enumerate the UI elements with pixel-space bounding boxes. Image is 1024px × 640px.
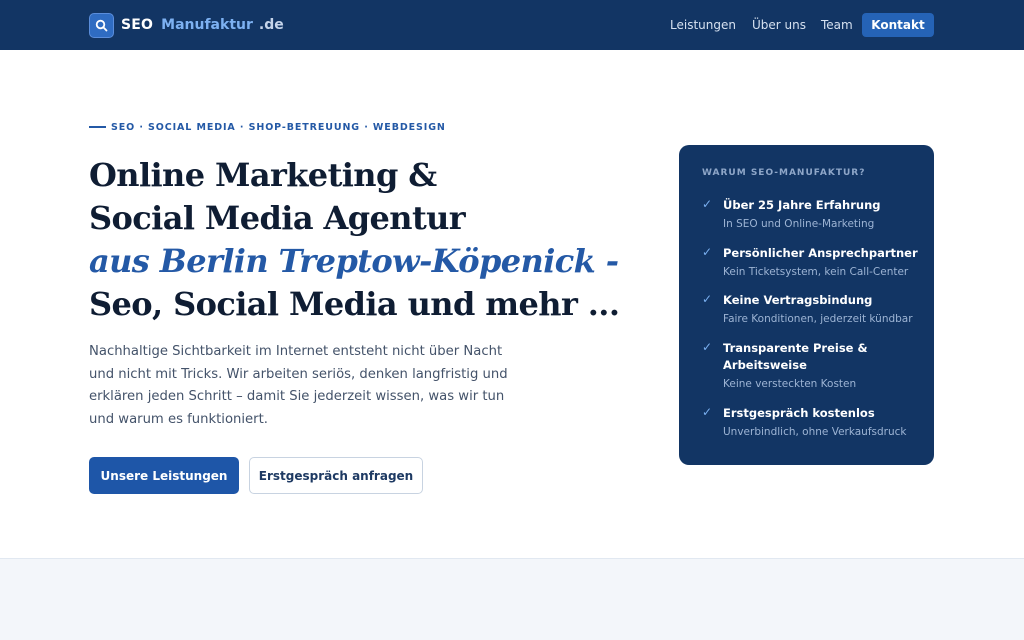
nav-link-team[interactable]: Team — [821, 0, 853, 50]
card-item-subtitle: In SEO und Online-Marketing — [723, 218, 875, 230]
nav-link-ueber-uns[interactable]: Über uns — [752, 0, 806, 50]
hero-eyebrow: SEO · SOCIAL MEDIA · SHOP-BETREUUNG · WE… — [89, 120, 446, 134]
logo[interactable]: SEO Manufaktur .de — [89, 12, 284, 38]
card-item-subtitle: Unverbindlich, ohne Verkaufsdruck — [723, 426, 907, 438]
check-icon: ✓ — [702, 340, 713, 354]
card-item-title: Transparente Preise & Arbeitsweise — [723, 341, 868, 372]
site-header: SEO Manufaktur .de Leistungen Über uns T… — [0, 0, 1024, 50]
headline-line-3-accent: aus Berlin Treptow-Köpenick - — [89, 242, 619, 280]
why-us-card: WARUM SEO-MANUFAKTUR? ✓ Über 25 Jahre Er… — [679, 145, 934, 465]
check-icon: ✓ — [702, 197, 713, 211]
check-icon: ✓ — [702, 292, 713, 306]
services-button[interactable]: Unsere Leistungen — [89, 457, 239, 494]
logo-text-manufaktur: Manufaktur — [161, 17, 253, 33]
check-icon: ✓ — [702, 405, 713, 419]
hero-headline: Online Marketing & Social Media Agentur … — [89, 154, 629, 326]
logo-text-seo: SEO — [121, 17, 154, 33]
eyebrow-divider — [89, 126, 106, 128]
headline-line-1: Online Marketing & — [89, 156, 437, 194]
card-item-subtitle: Keine versteckten Kosten — [723, 378, 857, 390]
nav-link-leistungen[interactable]: Leistungen — [670, 0, 736, 50]
consultation-request-button[interactable]: Erstgespräch anfragen — [249, 457, 423, 494]
eyebrow-text: SEO · SOCIAL MEDIA · SHOP-BETREUUNG · WE… — [111, 121, 446, 133]
headline-line-4: Seo, Social Media und mehr ... — [89, 285, 620, 323]
check-icon: ✓ — [702, 245, 713, 259]
card-item-title: Über 25 Jahre Erfahrung — [723, 198, 881, 212]
card-title: WARUM SEO-MANUFAKTUR? — [702, 168, 866, 178]
card-item-subtitle: Kein Ticketsystem, kein Call-Center — [723, 266, 909, 278]
search-icon — [89, 12, 114, 38]
card-item-title: Keine Vertragsbindung — [723, 293, 873, 307]
next-section-band — [0, 558, 1024, 640]
card-item-subtitle: Faire Konditionen, jederzeit kündbar — [723, 313, 913, 325]
headline-line-2: Social Media Agentur — [89, 199, 466, 237]
card-item-title: Erstgespräch kostenlos — [723, 406, 875, 420]
logo-text-domain: .de — [258, 17, 284, 33]
hero-lead-text: Nachhaltige Sichtbarkeit im Internet ent… — [89, 344, 508, 427]
contact-button[interactable]: Kontakt — [862, 13, 934, 37]
card-item-title: Persönlicher Ansprechpartner — [723, 246, 918, 260]
